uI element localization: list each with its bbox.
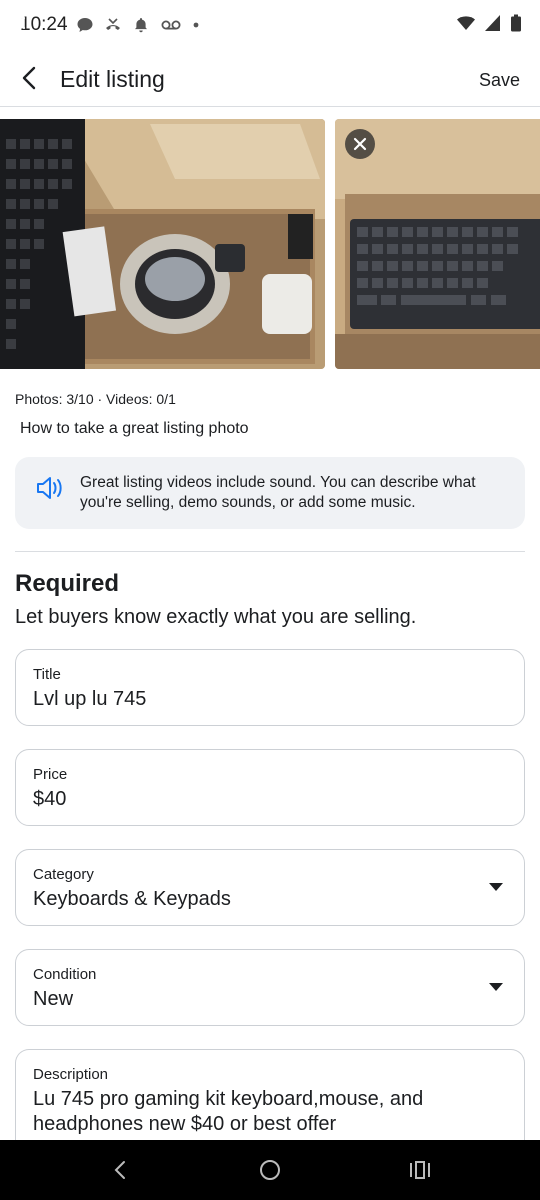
- signal-icon: [485, 15, 500, 31]
- listing-photo-1[interactable]: [0, 119, 325, 369]
- dot-icon: [193, 22, 199, 28]
- price-input[interactable]: $40: [33, 788, 66, 811]
- video-tip-banner: Great listing videos include sound. You …: [15, 457, 525, 529]
- home-circle-icon: [260, 1160, 280, 1180]
- remove-photo-1-button[interactable]: [8, 12, 30, 34]
- wifi-icon: [457, 16, 475, 30]
- chat-bubble-icon: [77, 18, 93, 32]
- section-heading: Required: [15, 570, 120, 597]
- caret-down-icon: [489, 983, 503, 991]
- title-field[interactable]: Title Lvl up lu 745: [15, 649, 525, 726]
- field-label: Category: [33, 866, 94, 883]
- recents-icon: [410, 1161, 430, 1179]
- close-icon: [353, 137, 367, 151]
- condition-value: New: [33, 988, 74, 1010]
- title-input[interactable]: Lvl up lu 745: [33, 688, 146, 711]
- nav-back-button[interactable]: [106, 1156, 134, 1184]
- media-counts: Photos: 3/10 · Videos: 0/1: [15, 391, 176, 407]
- condition-select[interactable]: Condition New: [15, 949, 525, 1026]
- section-divider: [15, 551, 525, 552]
- nav-recents-button[interactable]: [406, 1156, 434, 1184]
- description-input[interactable]: Lu 745 pro gaming kit keyboard,mouse, an…: [33, 1087, 503, 1137]
- save-button[interactable]: Save: [479, 70, 520, 91]
- status-bar: 10:24: [0, 0, 540, 50]
- missed-call-icon: [106, 18, 120, 30]
- photo-tips-link[interactable]: How to take a great listing photo: [20, 420, 249, 438]
- battery-icon: [511, 14, 521, 32]
- page-title: Edit listing: [60, 66, 165, 92]
- field-label: Price: [33, 766, 68, 783]
- price-field[interactable]: Price $40: [15, 749, 525, 826]
- caret-down-icon: [489, 883, 503, 891]
- chevron-left-icon: [114, 1161, 125, 1179]
- voicemail-icon: [161, 20, 181, 30]
- category-select[interactable]: Category Keyboards & Keypads: [15, 849, 525, 926]
- category-value: Keyboards & Keypads: [33, 888, 231, 910]
- system-icons: [456, 14, 522, 32]
- app-bar: Edit listing Save: [0, 50, 540, 107]
- close-icon: [12, 16, 26, 30]
- back-button[interactable]: [14, 62, 46, 94]
- remove-photo-2-button[interactable]: [345, 129, 375, 159]
- section-subtitle: Let buyers know exactly what you are sel…: [15, 606, 417, 628]
- field-label: Condition: [33, 966, 97, 983]
- arrow-left-icon: [22, 66, 36, 90]
- nav-home-button[interactable]: [256, 1156, 284, 1184]
- photo-image: [0, 119, 325, 369]
- photo-carousel[interactable]: [0, 119, 540, 369]
- field-label: Description: [33, 1066, 109, 1083]
- field-label: Title: [33, 666, 61, 683]
- tip-text: Great listing videos include sound. You …: [80, 474, 476, 511]
- bell-icon: [135, 18, 147, 33]
- speaker-icon: [37, 477, 62, 499]
- notification-icons: [76, 16, 200, 34]
- system-nav-bar: [0, 1140, 540, 1200]
